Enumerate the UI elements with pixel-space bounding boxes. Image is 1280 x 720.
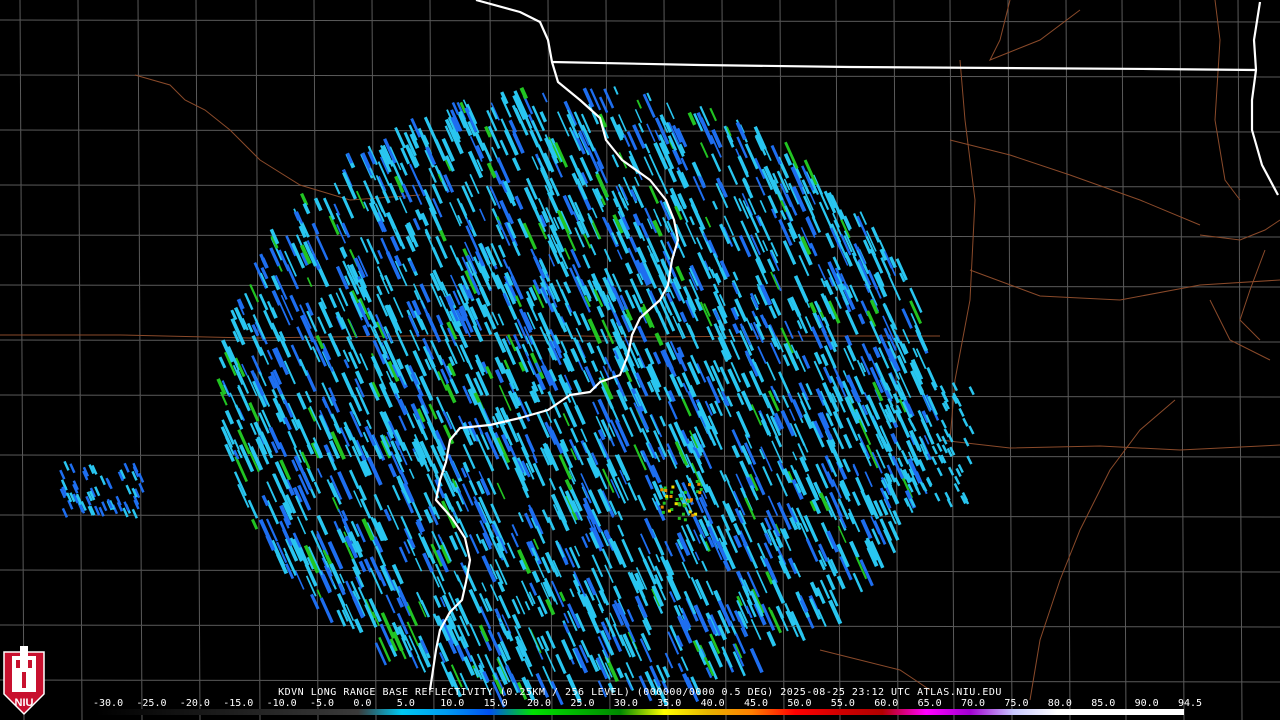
echo-cell [698, 491, 702, 495]
echo-cell [681, 512, 685, 516]
echo-streak [676, 346, 685, 359]
echo-cell [699, 488, 703, 491]
echo-cell [687, 499, 690, 503]
colorbar-label: 30.0 [613, 698, 638, 709]
echo-cell [674, 502, 678, 506]
echo-cell [678, 503, 682, 507]
echo-cell [667, 509, 671, 513]
echo-streak [519, 559, 527, 571]
echo-cell [661, 510, 665, 514]
colorbar-label: 5.0 [396, 698, 415, 709]
echo-streak [732, 323, 740, 335]
colorbar-label: 90.0 [1134, 698, 1159, 709]
colorbar-label: -10.0 [266, 698, 297, 709]
colorbar-label: 50.0 [787, 698, 812, 709]
echo-streak [539, 166, 548, 178]
echo-cell [669, 495, 673, 498]
echo-cell [688, 510, 692, 514]
colorbar-label: 35.0 [657, 698, 682, 709]
echo-streak [722, 559, 732, 572]
echo-cell [670, 490, 674, 494]
colorbar-gradient [96, 709, 1184, 715]
colorbar [96, 709, 1184, 715]
echo-streak [396, 596, 405, 608]
echo-streak [890, 432, 899, 445]
colorbar-label: -20.0 [179, 698, 210, 709]
echo-cell [660, 488, 664, 492]
colorbar-label: 10.0 [440, 698, 465, 709]
echo-cell [694, 512, 698, 516]
echo-cell [688, 483, 691, 487]
echo-streak [713, 589, 722, 602]
echo-streak [616, 667, 624, 679]
echo-cell [691, 513, 695, 517]
colorbar-label: 40.0 [700, 698, 725, 709]
colorbar-label: 15.0 [483, 698, 508, 709]
colorbar-label: 45.0 [744, 698, 769, 709]
colorbar-label: 70.0 [961, 698, 986, 709]
echo-cell [695, 480, 699, 483]
echo-streak [446, 295, 455, 307]
echo-cell [697, 482, 701, 486]
colorbar-label: -30.0 [93, 698, 124, 709]
colorbar-label: -5.0 [310, 698, 335, 709]
echo-cell [683, 504, 687, 508]
colorbar-label: 20.0 [527, 698, 552, 709]
echo-streak [306, 443, 315, 455]
colorbar-label: 65.0 [917, 698, 942, 709]
colorbar-label: -25.0 [136, 698, 167, 709]
echo-cell [689, 498, 693, 502]
echo-streak [236, 298, 245, 310]
colorbar-label: 60.0 [874, 698, 899, 709]
radar-map [0, 0, 1280, 720]
echo-cell [665, 494, 669, 498]
echo-streak [857, 313, 866, 325]
echo-cell [664, 489, 668, 492]
echo-streak [396, 358, 404, 370]
echo-cell [683, 518, 687, 522]
echo-cell [662, 501, 666, 505]
colorbar-label: 75.0 [1004, 698, 1029, 709]
echo-cell [677, 516, 681, 520]
colorbar-label: 80.0 [1047, 698, 1072, 709]
echo-cell [660, 505, 664, 509]
colorbar-labels: -30.0 -25.0 -20.0 -15.0 -10.0 -5.0 0.0 5.0 10.0 1… [0, 698, 1280, 709]
colorbar-label: 25.0 [570, 698, 595, 709]
colorbar-label: 94.5 [1178, 698, 1203, 709]
echo-streak [430, 463, 439, 475]
colorbar-label: 85.0 [1091, 698, 1116, 709]
colorbar-label: 0.0 [353, 698, 372, 709]
product-title: KDVN LONG RANGE BASE REFLECTIVITY (0.25K… [278, 687, 1002, 698]
echo-cell [680, 497, 683, 501]
echo-cell [671, 485, 675, 489]
echo-cell [675, 497, 679, 501]
echo-streak [339, 246, 348, 258]
echo-cell [684, 490, 687, 494]
colorbar-label: -15.0 [223, 698, 254, 709]
colorbar-label: 55.0 [830, 698, 855, 709]
